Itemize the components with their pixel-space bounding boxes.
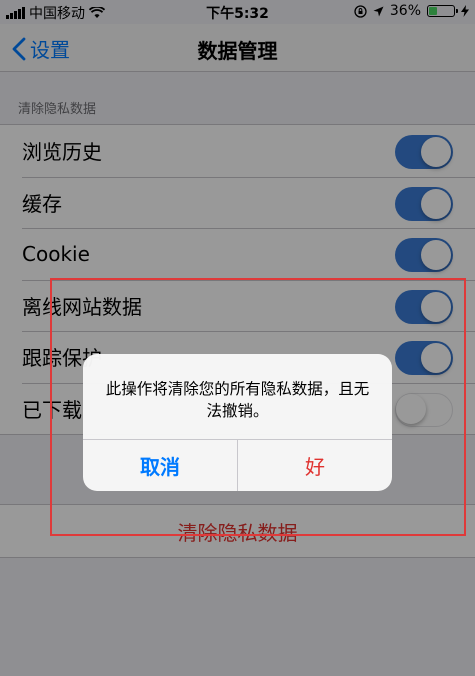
ok-button[interactable]: 好 <box>238 440 392 491</box>
alert-message-line: 此操作将清除您的所有隐私数据，且无 <box>105 380 370 398</box>
alert-message: 此操作将清除您的所有隐私数据，且无 法撤销。 <box>103 378 372 422</box>
alert-button-bar: 取消 好 <box>83 439 392 491</box>
app-screen: 中国移动 下午5:32 36% 设置 数据管理 清除隐私数据 浏览历史 缓存 C… <box>0 0 475 676</box>
alert-dialog: 此操作将清除您的所有隐私数据，且无 法撤销。 取消 好 <box>83 354 392 491</box>
alert-message-line: 法撤销。 <box>206 402 269 420</box>
cancel-button[interactable]: 取消 <box>83 440 238 491</box>
